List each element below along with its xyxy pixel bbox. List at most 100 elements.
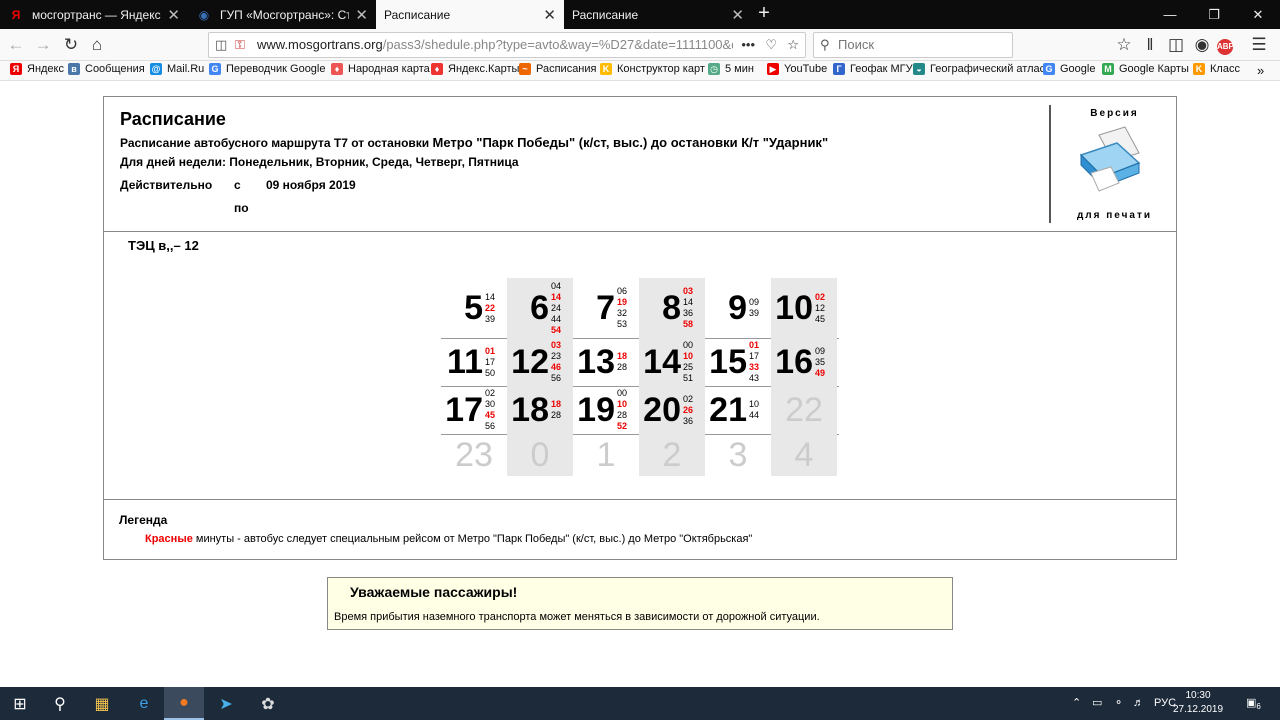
maximize-button[interactable]: ❐ [1192,0,1236,29]
bookmark-item[interactable]: ♦ Яндекс.Карты [431,63,519,75]
edge-icon[interactable]: e [124,687,164,720]
home-icon[interactable]: ⌂ [86,34,108,56]
browser-tab[interactable]: ◉ ГУП «Мосгортранс»: Старая с ✕ [188,0,376,29]
minute: 09 [815,346,826,356]
windows-start-icon[interactable]: ⊞ [0,687,40,720]
account-icon[interactable]: ◉ [1191,34,1213,56]
search-icon[interactable]: ⚲ [40,687,80,720]
minute-special: 19 [617,297,628,307]
minute: 56 [485,421,496,431]
tray-expand-icon[interactable]: ⌃ [1072,687,1081,720]
library-icon[interactable]: ‖ [1139,34,1161,56]
pocket-icon[interactable]: ♡ [765,33,777,57]
minute-special: 10 [683,351,694,361]
bookmark-label: Яндекс [27,63,64,75]
forward-icon[interactable]: → [32,34,54,56]
back-icon[interactable]: ← [5,34,27,56]
bookmark-label: Конструктор карт [617,63,705,75]
schedule-hour-cell: 10 02 12 45 [771,278,837,338]
minute-special: 10 [617,399,628,409]
bookmark-item[interactable]: ◷ 5 мин [708,63,754,75]
bookmark-star-icon[interactable]: ☆ [787,33,799,57]
bookmark-item[interactable]: Г Геофак МГУ [833,63,913,75]
notifications-icon[interactable]: ▣6 [1246,687,1261,720]
tab-close-icon[interactable]: ✕ [543,6,556,24]
bookmark-item[interactable]: ▶ YouTube [767,63,827,75]
url-bar[interactable]: ◫ ⚿ www.mosgortrans.org/pass3/shedule.ph… [208,32,806,58]
bookmark-label: Сообщения [85,63,145,75]
schedule-hour: 6 [530,289,549,327]
bookmark-item[interactable]: G Google [1043,63,1095,75]
browser-tab[interactable]: Ямосгортранс — Яндекс: нашлс ✕ [0,0,188,29]
minute-special: 54 [551,325,562,335]
bookmark-item[interactable]: ~ Расписания [519,63,596,75]
schedule-hour-cell: 22 [771,386,837,434]
schedule-hour: 23 [455,436,493,474]
bookmark-item[interactable]: Я Яндекс [10,63,64,75]
minute: 43 [749,373,760,383]
bookmark-item[interactable]: ♦ Народная карта [331,63,430,75]
schedule-minutes: 04 14 24 44 54 [551,281,561,336]
schedule-hour: 9 [728,289,747,327]
schedule-hour-cell: 6 04 14 24 44 54 [507,278,573,338]
new-tab-button[interactable]: + [752,0,776,29]
bookmark-item[interactable]: в Сообщения [68,63,145,75]
download-icon[interactable]: ☆ [1113,34,1135,56]
telegram-icon[interactable]: ➤ [206,687,246,720]
browser-tab[interactable]: Расписание ✕ [376,0,564,29]
route-from-to: Метро "Парк Победы" (к/ст, выс.) до оста… [432,135,829,150]
firefox-icon[interactable]: ● [164,687,204,720]
shield-icon[interactable]: ◫ [215,33,227,57]
minute-special: 49 [815,368,826,378]
minimize-button[interactable]: — [1148,0,1192,29]
close-window-button[interactable]: ✕ [1236,0,1280,29]
schedule-hour: 19 [577,391,615,429]
bookmarks-overflow-icon[interactable]: » [1257,63,1264,78]
minute-special: 14 [551,292,562,302]
bookmark-item[interactable]: K Конструктор карт [600,63,705,75]
schedule-minutes: 00 10 25 51 [683,340,693,384]
bookmark-label: YouTube [784,63,828,75]
bookmark-icon: Г [833,63,845,75]
clock[interactable]: 10:30 27.12.2019 [1168,689,1228,717]
print-version-link[interactable]: Версия для печати [1049,105,1176,223]
bookmark-item[interactable]: K Класс [1193,63,1240,75]
schedule-minutes: 09 35 49 [815,346,825,379]
page-actions-icon[interactable]: ••• [733,33,755,57]
tab-close-icon[interactable]: ✕ [731,6,744,24]
adblock-icon[interactable]: ABP [1217,39,1234,55]
schedule-hour: 8 [662,289,681,327]
insecure-lock-icon[interactable]: ⚿ [235,33,245,57]
minute: 35 [815,357,826,367]
minute: 24 [551,303,562,313]
schedule-minutes: 02 12 45 [815,292,825,325]
battery-icon[interactable]: ▭ [1092,687,1102,720]
bookmark-item[interactable]: G Переводчик Google [209,63,326,75]
minute-special: 18 [551,399,562,409]
tab-close-icon[interactable]: ✕ [355,6,368,24]
minute-special: 01 [749,340,760,350]
bookmark-item[interactable]: ◒ Географический атлас [913,63,1045,75]
tab-close-icon[interactable]: ✕ [167,6,180,24]
schedule-minutes: 18 28 [617,351,627,373]
sidebar-icon[interactable]: ◫ [1165,34,1187,56]
minute: 12 [815,303,826,313]
clock-time: 10:30 [1185,690,1211,701]
schedule-hour-cell: 7 06 19 32 53 [573,278,639,338]
url-path: /pass3/shedule.php?type=avto&way=%D27&da… [382,37,753,52]
wifi-icon[interactable]: ⚬ [1114,687,1123,720]
tab-title: Расписание [384,7,451,22]
bookmark-item[interactable]: @ Mail.Ru [150,63,204,75]
volume-icon[interactable]: ♬ [1133,687,1144,720]
file-explorer-icon[interactable]: ▦ [82,687,122,720]
bookmark-icon: ▶ [767,63,779,75]
search-input[interactable]: ⚲ Поиск [813,32,1013,58]
schedule-hour: 10 [775,289,813,327]
app-icon[interactable]: ✿ [248,687,288,720]
schedule-hour-cell: 13 18 28 [573,338,639,386]
bookmark-item[interactable]: M Google Карты [1102,63,1189,75]
minute: 02 [683,394,694,404]
menu-icon[interactable]: ☰ [1248,34,1270,56]
reload-icon[interactable]: ↻ [60,34,82,56]
browser-tab[interactable]: Расписание ✕ [564,0,752,29]
